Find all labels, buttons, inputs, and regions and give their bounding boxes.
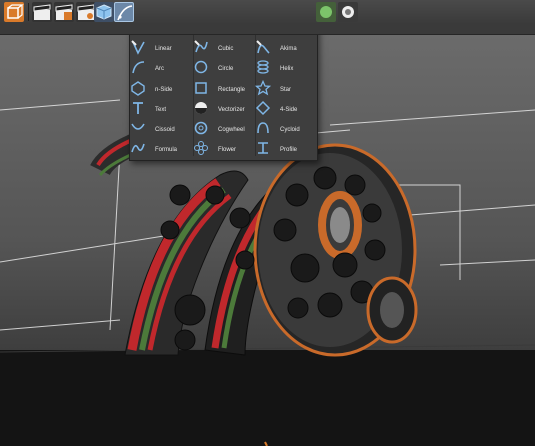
menu-item-arc[interactable]: Arc xyxy=(130,59,192,79)
clapper-icon xyxy=(33,4,51,20)
rectangle-icon xyxy=(195,81,212,98)
vectorizer-icon xyxy=(195,101,212,118)
menu-item-rectangle[interactable]: Rectangle xyxy=(193,80,255,100)
menu-item-4-side[interactable]: 4-Side xyxy=(255,100,317,120)
clapper-settings-icon xyxy=(77,4,95,20)
formula-icon xyxy=(131,142,149,158)
spline-menu-column-2: BezierCubicCircleRectangleVectorizerCogw… xyxy=(193,35,255,160)
circle-icon xyxy=(194,61,212,77)
menu-item-label: Cissoid xyxy=(155,127,175,134)
cube-tool-icon xyxy=(7,4,24,19)
small-ring xyxy=(366,276,418,344)
menu-item-label: Vectorizer xyxy=(218,106,245,113)
menu-item-label: Cogwheel xyxy=(218,127,245,134)
cogwheel-icon xyxy=(194,121,212,138)
menu-item-cissoid[interactable]: Cissoid xyxy=(130,120,192,140)
menu-item-label: 4-Side xyxy=(280,106,298,113)
helix-icon xyxy=(257,60,274,77)
spline-menu-column-3: B-SplineAkimaHelixStar4-SideCycloidProfi… xyxy=(255,35,317,160)
menu-item-label: Cycloid xyxy=(280,127,300,134)
menu-item-star[interactable]: Star xyxy=(255,79,317,100)
menu-item-cycloid[interactable]: Cycloid xyxy=(255,120,317,140)
clapper-orange-icon xyxy=(55,4,73,20)
nurbs-icon xyxy=(320,6,332,18)
menu-item-formula[interactable]: Formula xyxy=(130,140,192,160)
menu-item-circle[interactable]: Circle xyxy=(193,59,255,79)
menu-item-akima[interactable]: Akima xyxy=(255,39,317,59)
menu-item-label: Profile xyxy=(280,147,298,154)
pen-icon xyxy=(117,5,133,21)
toolbar-strip xyxy=(0,24,535,35)
cissoid-icon xyxy=(131,122,149,138)
b-spline-icon xyxy=(258,35,274,37)
nurbs-button[interactable] xyxy=(316,2,336,22)
menu-item-label: Akima xyxy=(280,46,297,53)
menu-item-label: Helix xyxy=(280,66,294,73)
freehand-icon xyxy=(133,35,149,37)
n-side-icon xyxy=(131,80,149,98)
menu-item-cogwheel[interactable]: Cogwheel xyxy=(193,120,255,140)
menu-item-vectorizer[interactable]: Vectorizer xyxy=(193,100,255,120)
menu-item-label: Text xyxy=(155,106,167,113)
edit-render-settings-button[interactable] xyxy=(76,2,96,22)
cycloid-icon xyxy=(257,122,274,138)
floor xyxy=(0,350,535,446)
profile-icon xyxy=(258,142,274,158)
bezier-icon xyxy=(196,35,212,37)
akima-icon xyxy=(256,40,274,57)
menu-item-cubic[interactable]: Cubic xyxy=(193,39,255,59)
menu-item-label: Flower xyxy=(218,147,237,154)
cube-tool-button[interactable] xyxy=(4,2,24,22)
spline-menu-column-1: FreehandLinearArcn-SideTextCissoidFormul… xyxy=(130,35,192,160)
4-side-icon xyxy=(255,100,274,118)
menu-item-label: Circle xyxy=(218,66,234,73)
menu-item-n-side[interactable]: n-Side xyxy=(130,80,192,100)
render-picture-viewer-button[interactable] xyxy=(54,2,74,22)
star-icon xyxy=(255,79,274,98)
light-icon xyxy=(342,6,354,18)
arc-icon xyxy=(132,61,149,77)
menu-item-label: n-Side xyxy=(155,86,173,93)
main-toolbar xyxy=(0,0,535,25)
menu-item-linear[interactable]: Linear xyxy=(130,39,192,59)
flower-icon xyxy=(194,141,212,158)
menu-item-label: Cubic xyxy=(218,46,234,53)
menu-item-label: Arc xyxy=(155,66,164,73)
linear-icon xyxy=(131,40,149,57)
menu-item-label: Linear xyxy=(155,46,172,53)
menu-item-label: Formula xyxy=(155,147,178,154)
menu-item-text[interactable]: Text xyxy=(130,100,192,120)
menu-item-label: Rectangle xyxy=(218,86,246,93)
blue-cube-icon xyxy=(96,4,112,20)
spline-menu: FreehandLinearArcn-SideTextCissoidFormul… xyxy=(129,35,318,161)
menu-item-label: Star xyxy=(280,86,292,93)
cube-primitive-button[interactable] xyxy=(94,2,114,22)
menu-item-helix[interactable]: Helix xyxy=(255,59,317,79)
text-icon xyxy=(133,101,149,118)
menu-item-profile[interactable]: Profile xyxy=(255,140,317,160)
menu-item-flower[interactable]: Flower xyxy=(193,140,255,160)
light-button[interactable] xyxy=(338,2,358,22)
cubic-icon xyxy=(194,40,212,57)
render-view-button[interactable] xyxy=(32,2,52,22)
spline-pen-button[interactable] xyxy=(114,2,134,22)
3d-viewport[interactable]: FreehandLinearArcn-SideTextCissoidFormul… xyxy=(0,35,535,446)
